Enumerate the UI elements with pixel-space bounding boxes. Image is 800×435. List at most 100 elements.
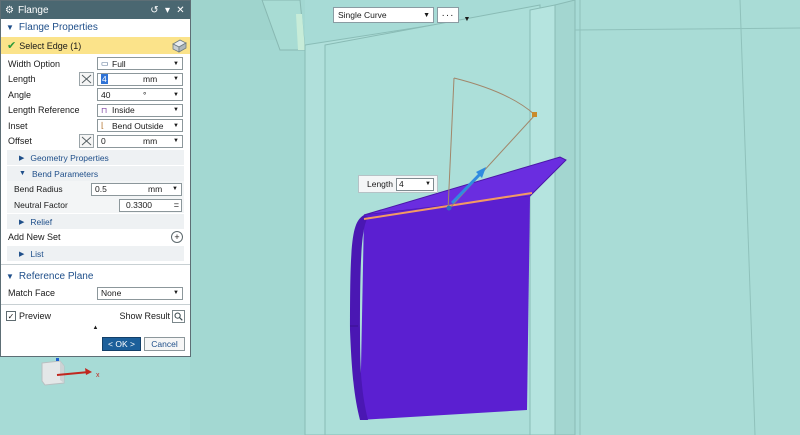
section-flange-properties[interactable]: ▼ Flange Properties	[1, 19, 190, 36]
bend-radius-value: 0.5	[95, 184, 107, 194]
magnifier-icon[interactable]	[172, 309, 185, 323]
angle-value: 40	[101, 89, 111, 100]
show-result-control: Show Result	[119, 309, 185, 323]
offset-input[interactable]: 0 mm ▼	[97, 134, 183, 148]
formula-icon[interactable]: =	[174, 200, 179, 210]
chevron-down-icon: ▼	[173, 122, 179, 129]
orientation-triad[interactable]: x	[37, 358, 107, 388]
reset-icon[interactable]: ↺	[149, 5, 160, 16]
bend-radius-input[interactable]: 0.5 mm ▼	[91, 182, 182, 196]
add-set-icon[interactable]: +	[171, 231, 183, 243]
select-edge-row[interactable]: ✔ Select Edge (1)	[1, 37, 190, 54]
match-face-row: Match Face None ▼	[1, 285, 190, 301]
width-option-label: Width Option	[8, 58, 61, 69]
toolbar-dropdown-icon[interactable]: ▼	[462, 7, 472, 23]
add-new-set-label: Add New Set	[8, 232, 61, 242]
expand-grip-icon[interactable]: ▲	[1, 324, 190, 332]
bend-parameters-panel: Bend Radius 0.5 mm ▼ Neutral Factor 0.33…	[7, 181, 184, 213]
divider	[1, 304, 190, 305]
inside-reference-icon: ⊓	[101, 105, 108, 115]
section-title: Reference Plane	[18, 271, 94, 282]
preview-label: Preview	[19, 311, 52, 321]
dialog-button-row: < OK > Cancel	[1, 337, 190, 352]
length-tip-value: 4	[399, 179, 404, 189]
match-face-value: None	[101, 288, 122, 298]
offset-unit: mm	[143, 136, 158, 147]
length-tip-field[interactable]: 4 ▼	[396, 177, 434, 191]
chevron-down-icon: ▼	[173, 107, 179, 114]
chevron-right-icon: ▶	[19, 250, 25, 258]
neutral-factor-input[interactable]: 0.3300 =	[119, 198, 182, 212]
chevron-down-icon: ▼	[425, 181, 431, 187]
axis-x-label: x	[96, 372, 100, 379]
selection-filter-dropdown[interactable]: Single Curve ▼	[333, 7, 434, 23]
more-options-button[interactable]: ···	[437, 7, 459, 23]
relief-group[interactable]: ▶ Relief	[7, 214, 184, 229]
length-reference-dropdown[interactable]: ⊓ Inside ▼	[97, 103, 183, 117]
neutral-factor-value: 0.3300	[126, 200, 152, 210]
preview-checkbox[interactable]: ✓	[6, 311, 16, 321]
chevron-down-icon: ▼	[172, 186, 178, 192]
bend-parameters-group[interactable]: ▼ Bend Parameters	[7, 166, 184, 181]
gear-icon: ⚙	[5, 4, 14, 16]
inset-value: Bend Outside	[112, 120, 164, 131]
close-icon[interactable]: ✕	[175, 5, 186, 16]
select-edge-label: Select Edge (1)	[19, 40, 82, 51]
collapse-icon[interactable]: ▾	[162, 5, 173, 16]
length-value: 4	[101, 74, 108, 85]
inset-row: Inset ⌊ Bend Outside ▼	[1, 118, 190, 134]
chevron-down-icon: ▼	[173, 138, 179, 145]
flange-dialog: ⚙ Flange ↺ ▾ ✕ ▼ Flange Properties ✔ Sel…	[0, 0, 191, 357]
width-full-icon: ▭	[101, 59, 109, 69]
chevron-right-icon: ▶	[19, 218, 25, 226]
match-face-dropdown[interactable]: None ▼	[97, 286, 183, 300]
chevron-down-icon: ▼	[423, 11, 430, 19]
ok-button[interactable]: < OK >	[102, 337, 141, 351]
inset-dropdown[interactable]: ⌊ Bend Outside ▼	[97, 119, 183, 133]
length-reference-label: Length Reference	[8, 105, 80, 116]
check-icon: ✔	[7, 40, 17, 52]
clear-x-icon[interactable]	[79, 72, 94, 87]
add-new-set-row: Add New Set +	[1, 229, 190, 245]
bend-radius-label: Bend Radius	[14, 184, 63, 194]
width-option-value: Full	[112, 58, 126, 69]
chevron-down-icon: ▼	[173, 91, 179, 98]
length-row: Length 4 mm ▼	[1, 72, 190, 88]
cancel-button[interactable]: Cancel	[144, 337, 185, 351]
angle-row: Angle 40 ° ▼	[1, 87, 190, 103]
dialog-titlebar[interactable]: ⚙ Flange ↺ ▾ ✕	[1, 1, 190, 19]
bend-radius-row: Bend Radius 0.5 mm ▼	[7, 181, 184, 197]
geometry-properties-group[interactable]: ▶ Geometry Properties	[7, 150, 184, 165]
length-onscreen-input: Length 4 ▼	[358, 175, 438, 193]
divider	[1, 264, 190, 265]
angle-unit: °	[143, 89, 147, 100]
relief-label: Relief	[30, 216, 53, 227]
length-reference-row: Length Reference ⊓ Inside ▼	[1, 103, 190, 119]
neutral-factor-row: Neutral Factor 0.3300 =	[7, 197, 184, 213]
chevron-down-icon: ▼	[173, 60, 179, 67]
width-option-dropdown[interactable]: ▭ Full ▼	[97, 57, 183, 71]
show-result-label: Show Result	[119, 311, 170, 321]
chevron-down-icon: ▼	[6, 23, 14, 32]
list-group[interactable]: ▶ List	[7, 246, 184, 261]
length-tip-label: Length	[367, 179, 393, 189]
angle-label: Angle	[8, 89, 32, 100]
chevron-down-icon: ▼	[19, 170, 26, 177]
dialog-title: Flange	[17, 4, 49, 16]
neutral-factor-label: Neutral Factor	[14, 200, 68, 210]
chevron-right-icon: ▶	[19, 154, 25, 162]
chevron-down-icon: ▼	[6, 272, 14, 281]
match-face-label: Match Face	[8, 288, 56, 298]
chevron-down-icon: ▼	[173, 290, 179, 296]
length-input[interactable]: 4 mm ▼	[97, 72, 183, 86]
section-reference-plane[interactable]: ▼ Reference Plane	[1, 268, 190, 285]
width-option-row: Width Option ▭ Full ▼	[1, 56, 190, 72]
clear-x-icon[interactable]	[79, 134, 94, 149]
preview-row: ✓ Preview Show Result	[1, 308, 190, 324]
edge-select-icon[interactable]	[171, 39, 187, 53]
list-label: List	[30, 248, 44, 259]
length-label: Length	[8, 74, 36, 85]
angle-input[interactable]: 40 ° ▼	[97, 88, 183, 102]
offset-row: Offset 0 mm ▼	[1, 134, 190, 150]
length-reference-value: Inside	[112, 105, 135, 116]
